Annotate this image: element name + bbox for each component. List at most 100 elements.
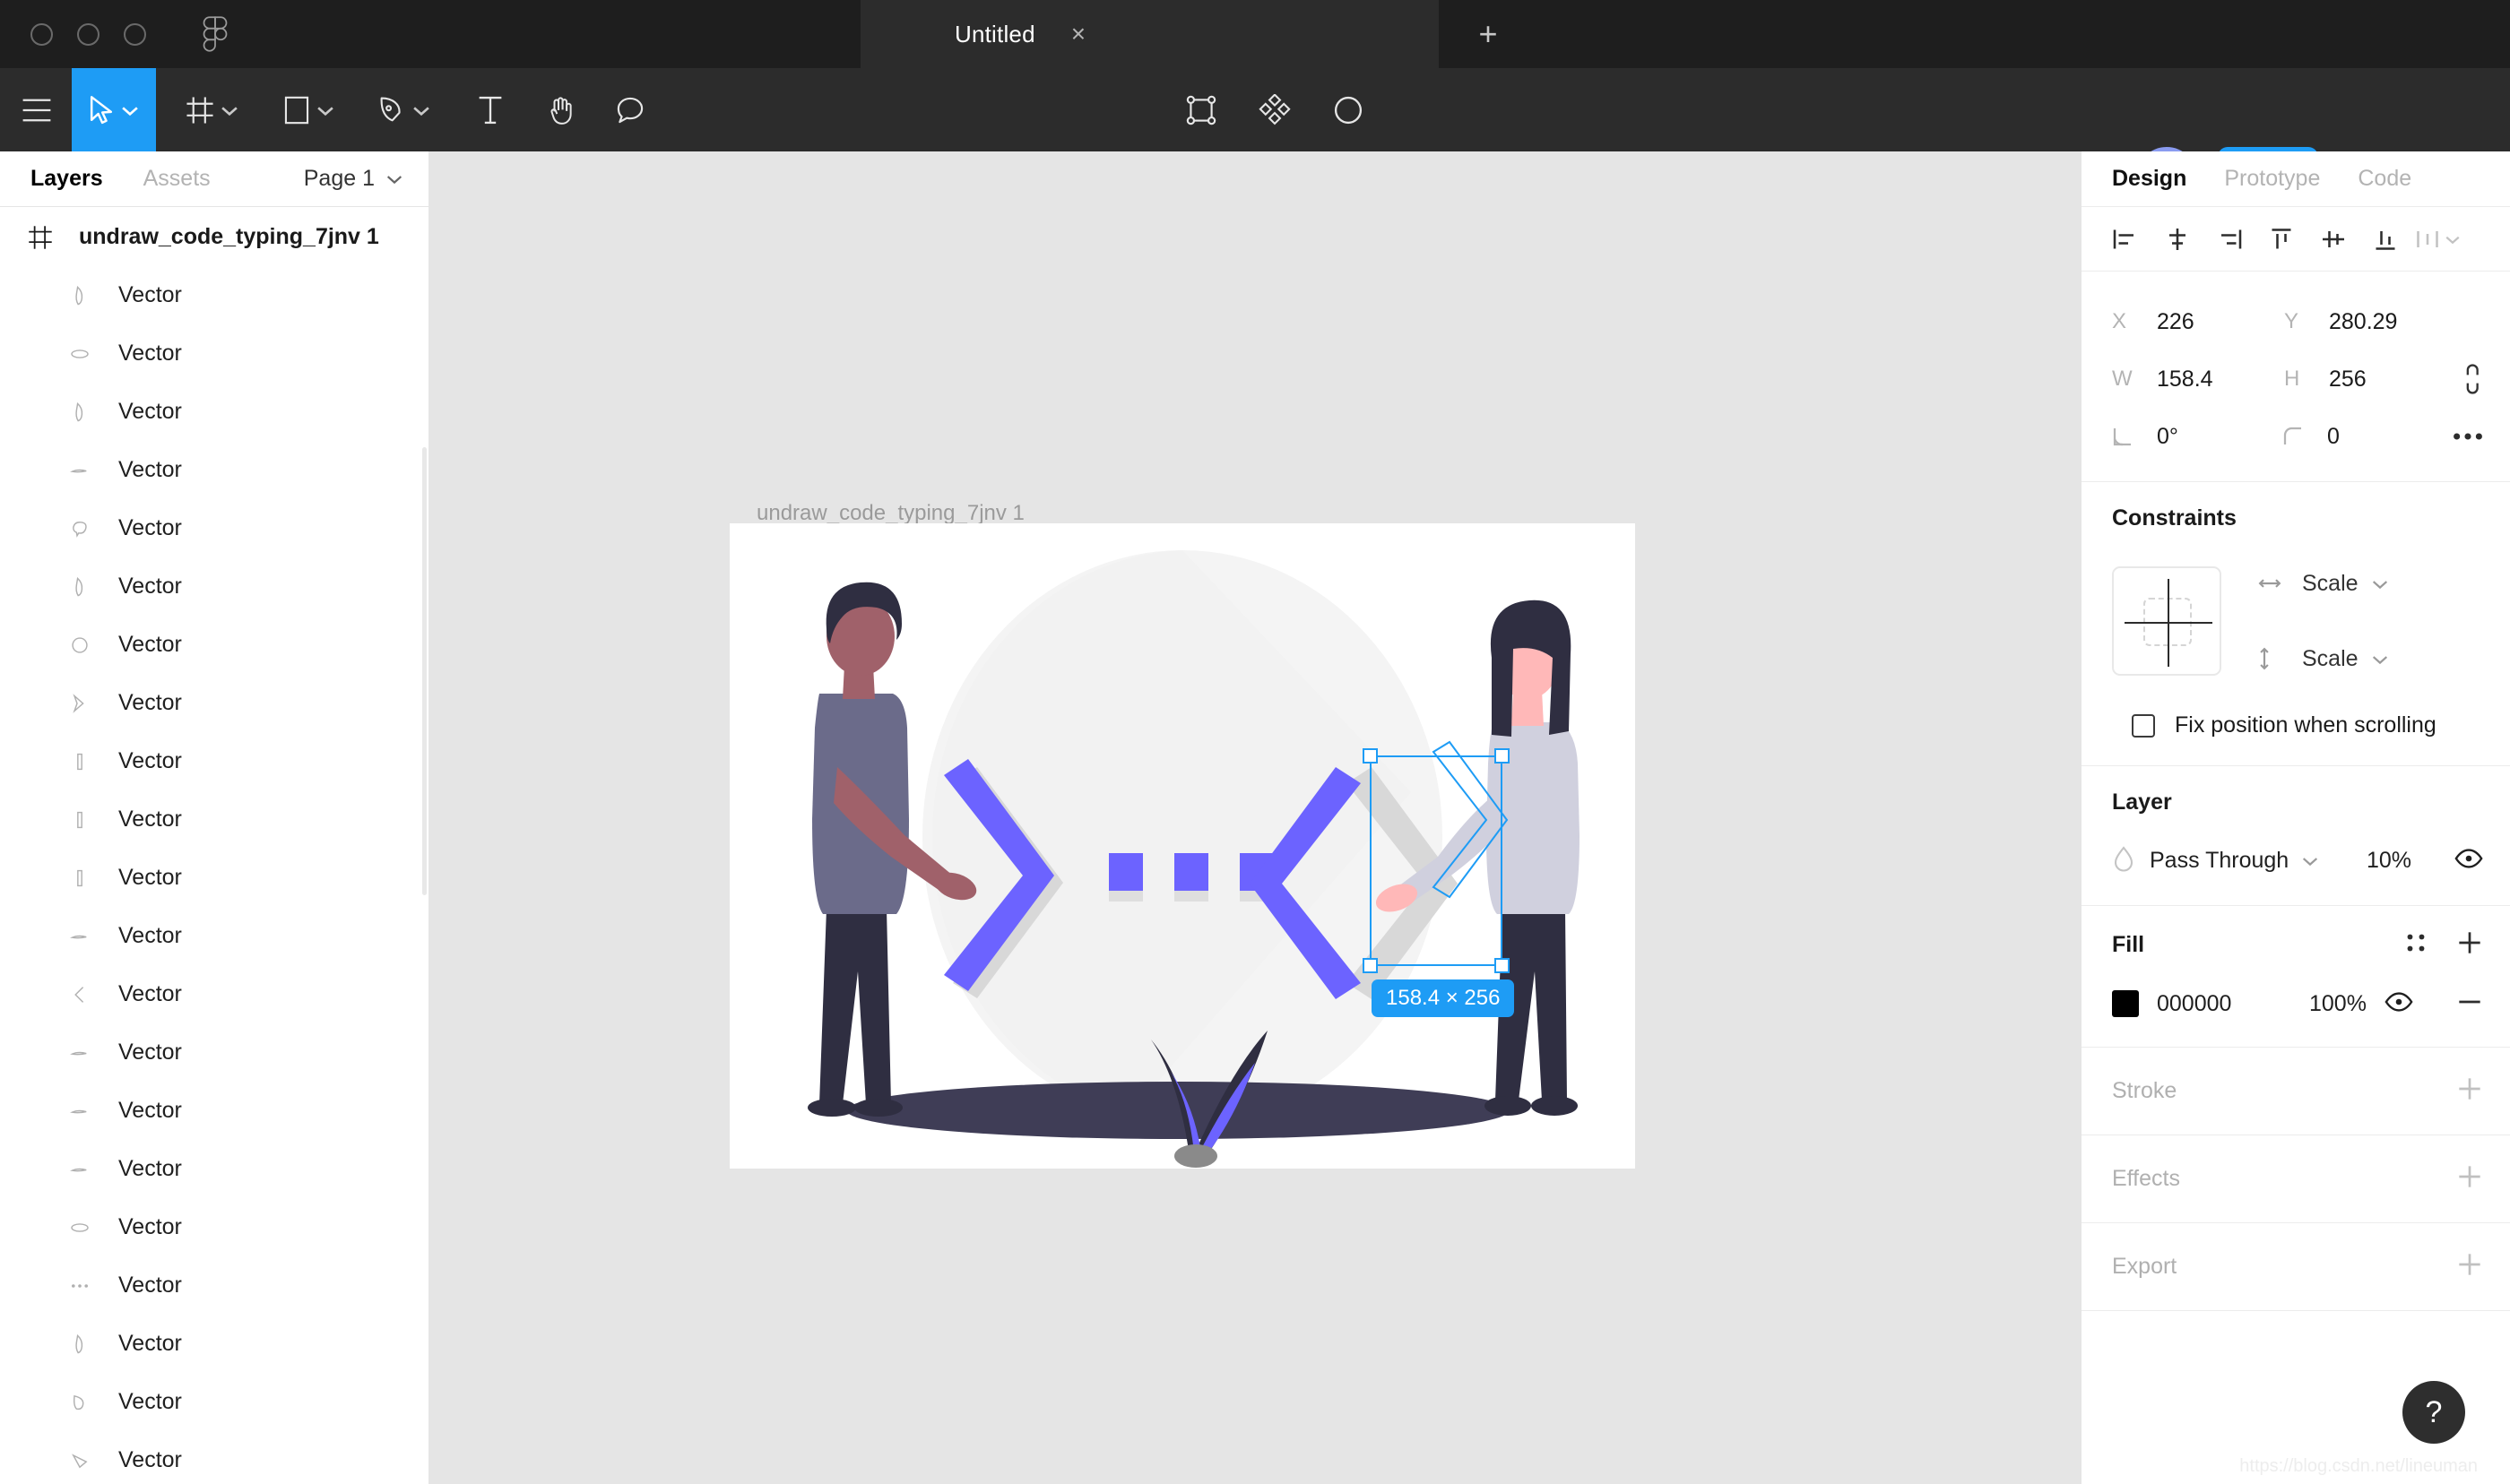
canvas[interactable]: undraw_code_typing_7jnv 1 158.4 × 256 — [429, 151, 2081, 1484]
h-value: 256 — [2329, 366, 2367, 392]
move-tool[interactable] — [72, 68, 156, 151]
layer-list[interactable]: undraw_code_typing_7jnv 1 Vector Vector Vec… — [0, 208, 428, 1484]
layer-row[interactable]: Vector — [0, 674, 428, 732]
fill-hex-value[interactable]: 000000 — [2157, 991, 2231, 1017]
frame-tool[interactable] — [170, 68, 255, 151]
vector-ellipse-icon — [65, 339, 95, 369]
distribute-button[interactable] — [2411, 213, 2463, 265]
resize-handle-bottom-right[interactable] — [1494, 958, 1510, 973]
layer-row[interactable]: Vector — [0, 1373, 428, 1431]
help-button[interactable]: ? — [2402, 1381, 2465, 1444]
layer-row-root[interactable]: undraw_code_typing_7jnv 1 — [0, 208, 428, 266]
layer-row[interactable]: Vector — [0, 499, 428, 557]
fix-position-row[interactable]: Fix position when scrolling — [2082, 707, 2510, 765]
align-bottom-button[interactable] — [2359, 213, 2411, 265]
layer-row[interactable]: Vector — [0, 1140, 428, 1198]
comment-tool[interactable] — [599, 68, 662, 151]
resize-handle-top-right[interactable] — [1494, 748, 1510, 764]
fill-styles-icon[interactable] — [2404, 931, 2428, 959]
remove-fill-button[interactable] — [2456, 996, 2483, 1012]
layer-row[interactable]: Vector — [0, 965, 428, 1023]
layers-scrollbar[interactable] — [422, 447, 427, 895]
layer-row[interactable]: Vector — [0, 1082, 428, 1140]
align-left-button[interactable] — [2099, 213, 2151, 265]
layer-row[interactable]: Vector — [0, 732, 428, 790]
close-window-button[interactable] — [30, 22, 53, 46]
fill-color-swatch[interactable] — [2112, 990, 2139, 1017]
rotation-field[interactable]: 0° — [2112, 424, 2282, 450]
constraints-horizontal-line[interactable] — [2125, 622, 2212, 624]
maximize-window-button[interactable] — [124, 22, 146, 46]
add-export-button[interactable] — [2456, 1251, 2483, 1282]
layer-row[interactable]: Vector — [0, 790, 428, 849]
tab-layers[interactable]: Layers — [30, 166, 103, 192]
new-tab-button[interactable]: + — [1439, 0, 1537, 68]
corner-radius-field[interactable]: 0 — [2282, 424, 2453, 450]
mask-button[interactable] — [1312, 68, 1384, 151]
pen-tool[interactable] — [362, 68, 446, 151]
resize-handle-top-left[interactable] — [1363, 748, 1378, 764]
height-field[interactable]: H 256 — [2284, 367, 2456, 393]
add-stroke-button[interactable] — [2456, 1075, 2483, 1107]
layer-row[interactable]: Vector — [0, 441, 428, 499]
text-tool[interactable] — [459, 68, 522, 151]
align-vertical-center-button[interactable] — [2307, 213, 2359, 265]
add-effect-button[interactable] — [2456, 1163, 2483, 1195]
align-top-button[interactable] — [2255, 213, 2307, 265]
layer-opacity-value[interactable]: 10% — [2367, 848, 2411, 874]
layer-row[interactable]: Vector — [0, 1431, 428, 1484]
tab-prototype[interactable]: Prototype — [2224, 166, 2320, 192]
tab-code[interactable]: Code — [2358, 166, 2411, 192]
plus-icon — [2459, 1078, 2480, 1100]
vector-line-icon — [65, 921, 95, 952]
fill-visibility-eye-icon[interactable] — [2384, 991, 2413, 1016]
add-fill-button[interactable] — [2456, 929, 2483, 961]
layer-visibility-eye-icon[interactable] — [2454, 848, 2483, 873]
y-field[interactable]: Y 280.29 — [2284, 309, 2456, 335]
document-tab[interactable]: Untitled × — [861, 0, 1439, 68]
figma-logo-icon[interactable] — [200, 16, 230, 52]
hand-tool[interactable] — [531, 68, 593, 151]
layer-row[interactable]: Vector — [0, 849, 428, 907]
vector-shape-icon — [65, 572, 95, 602]
frame-label[interactable]: undraw_code_typing_7jnv 1 — [757, 501, 1025, 526]
layer-row[interactable]: Vector — [0, 616, 428, 674]
align-right-icon — [2221, 229, 2242, 248]
blend-mode-value[interactable]: Pass Through — [2150, 848, 2289, 874]
width-field[interactable]: W 158.4 — [2112, 367, 2284, 393]
align-horizontal-center-button[interactable] — [2151, 213, 2203, 265]
selection-bounding-box[interactable] — [1363, 748, 1510, 973]
minimize-window-button[interactable] — [77, 22, 100, 46]
contrast-circle-icon — [1334, 96, 1363, 124]
traffic-lights[interactable] — [30, 22, 146, 46]
align-right-button[interactable] — [2203, 213, 2255, 265]
layer-row[interactable]: Vector — [0, 1198, 428, 1256]
layer-row[interactable]: Vector — [0, 557, 428, 616]
layer-row[interactable]: Vector — [0, 324, 428, 383]
horizontal-constraint-dropdown[interactable]: Scale — [2257, 556, 2389, 610]
tab-design[interactable]: Design — [2112, 166, 2186, 192]
layer-row[interactable]: Vector — [0, 1315, 428, 1373]
component-instance-button[interactable] — [1239, 68, 1311, 151]
resize-handle-bottom-left[interactable] — [1363, 958, 1378, 973]
tab-assets[interactable]: Assets — [143, 166, 211, 192]
constrain-proportions-icon[interactable] — [2463, 364, 2483, 394]
close-tab-icon[interactable]: × — [1071, 22, 1086, 47]
vertical-constraint-dropdown[interactable]: Scale — [2257, 632, 2389, 686]
constraints-widget[interactable] — [2112, 566, 2221, 676]
fill-opacity-value[interactable]: 100% — [2309, 991, 2367, 1017]
x-field[interactable]: X 226 — [2112, 309, 2284, 335]
layer-row[interactable]: Vector — [0, 1023, 428, 1082]
fix-position-checkbox[interactable] — [2132, 713, 2155, 738]
layer-row[interactable]: Vector — [0, 383, 428, 441]
layer-row[interactable]: Vector — [0, 1256, 428, 1315]
vector-line-icon — [65, 1038, 95, 1068]
layer-name: Vector — [118, 515, 182, 540]
more-options-icon[interactable] — [2453, 431, 2483, 442]
create-component-button[interactable] — [1165, 68, 1237, 151]
page-selector[interactable]: Page 1 — [304, 166, 403, 192]
main-menu-button[interactable] — [9, 68, 65, 151]
shape-tool[interactable] — [267, 68, 351, 151]
layer-row[interactable]: Vector — [0, 907, 428, 965]
layer-row[interactable]: Vector — [0, 266, 428, 324]
